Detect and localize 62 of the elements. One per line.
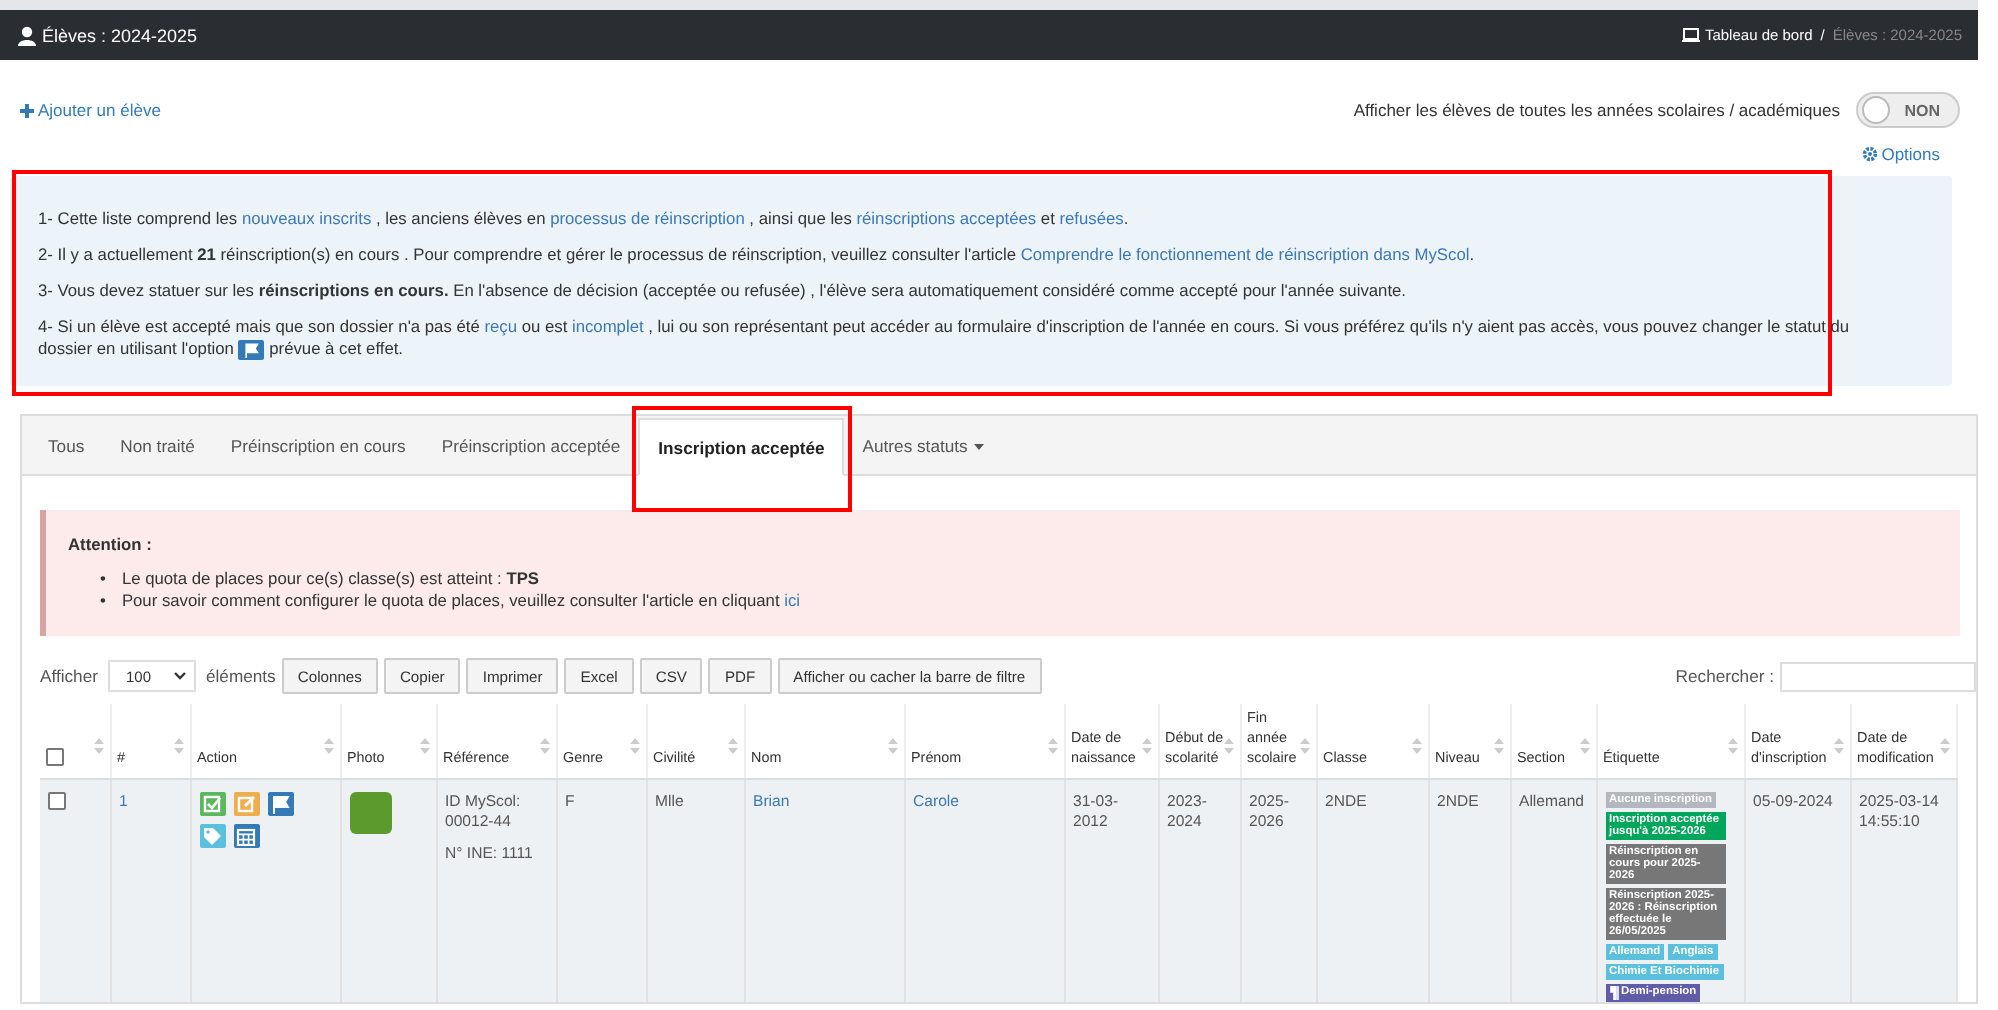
sort-icon xyxy=(1047,738,1057,754)
tab[interactable]: Autres statuts xyxy=(844,418,1002,474)
gear-icon xyxy=(1861,146,1878,162)
sort-icon xyxy=(1411,738,1421,754)
tab[interactable]: Préinscription en cours xyxy=(212,418,424,474)
tab[interactable]: Inscription acceptée xyxy=(638,418,845,476)
link[interactable]: incomplet xyxy=(571,316,644,336)
sort-icon xyxy=(1579,738,1589,754)
info-text: 2- Il y a actuellement 21 réinscription(s) en cours . Pour comprendre et gérer le processus de réinscription, veuillez consulter l'article Comprendre le fonctionnement de réinscription dans MyScol. xyxy=(38,244,1477,266)
validate-button[interactable] xyxy=(199,791,225,815)
sort-icon xyxy=(629,738,639,754)
flag-icon xyxy=(238,339,265,360)
sort-icon xyxy=(1493,738,1503,754)
sort-icon xyxy=(1833,738,1843,754)
link[interactable]: nouveaux inscrits xyxy=(241,208,372,228)
add-student-link[interactable]: Ajouter un élève xyxy=(20,100,161,120)
sort-icon xyxy=(727,738,737,754)
laptop-icon xyxy=(1682,28,1701,42)
sort-icon xyxy=(93,738,103,754)
sort-icon xyxy=(539,738,549,754)
calendar-button[interactable] xyxy=(233,823,259,847)
sort-icon xyxy=(419,738,429,754)
toggle-label: Afficher les élèves de toutes les années scolaires / académiques xyxy=(1353,100,1840,120)
sort-icon xyxy=(1727,738,1737,754)
chevron-icon xyxy=(173,672,186,680)
link[interactable]: Comprendre le fonctionnement de réinscription dans MyScol xyxy=(1020,244,1470,264)
search-field[interactable] xyxy=(1780,661,1976,691)
alert-item: Le quota de places pour ce(s) classe(s) est atteint : TPS xyxy=(121,568,539,590)
link[interactable]: reçu xyxy=(484,316,517,336)
show-label: Afficher xyxy=(40,666,98,686)
tab[interactable]: Non traité xyxy=(102,418,213,474)
plus-icon xyxy=(20,103,34,117)
bullet: • xyxy=(100,590,106,612)
sort-icon xyxy=(1223,738,1233,754)
photo-placeholder xyxy=(349,791,391,833)
info-text: 1- Cette liste comprend les nouveaux inscrits , les anciens élèves en processus de réinscription , ainsi que les réinscriptions acceptées et refusées. xyxy=(38,208,1131,230)
toggle-switch[interactable]: NON xyxy=(1856,92,1960,128)
caret-icon xyxy=(973,443,984,449)
sort-icon xyxy=(1939,738,1949,754)
link[interactable]: ici xyxy=(784,590,801,610)
sort-icon xyxy=(323,738,333,754)
tab[interactable]: Tous xyxy=(30,418,103,474)
link[interactable]: refusées xyxy=(1059,208,1124,228)
link[interactable]: réinscriptions acceptées xyxy=(856,208,1037,228)
select-all-checkbox[interactable] xyxy=(46,748,64,767)
sort-icon xyxy=(1141,738,1151,754)
alert-item: Pour savoir comment configurer le quota de places, veuillez consulter l'article en cliquant ici xyxy=(121,590,801,612)
sort-icon xyxy=(887,738,897,754)
sort-icon xyxy=(173,738,183,754)
sort-icon xyxy=(1299,738,1309,754)
link[interactable]: processus de réinscription xyxy=(550,208,745,228)
row-checkbox[interactable] xyxy=(48,791,66,810)
search-label: Rechercher : xyxy=(1675,666,1774,686)
bullet: • xyxy=(100,568,106,590)
page-title: Élèves : 2024-2025 xyxy=(42,25,198,45)
flag-button[interactable] xyxy=(267,791,293,815)
info-text: 3- Vous devez statuer sur les réinscriptions en cours. En l'absence de décision (acceptée ou refusée) , l'élève sera automatiquement considéré comme accepté pour l'année suivante. xyxy=(38,280,1409,302)
alert-title: Attention : xyxy=(68,534,154,554)
options-link[interactable]: Options xyxy=(1861,144,1940,164)
entries-label: éléments xyxy=(205,666,276,686)
user-icon xyxy=(18,25,36,45)
tab[interactable]: Préinscription acceptée xyxy=(423,418,639,474)
